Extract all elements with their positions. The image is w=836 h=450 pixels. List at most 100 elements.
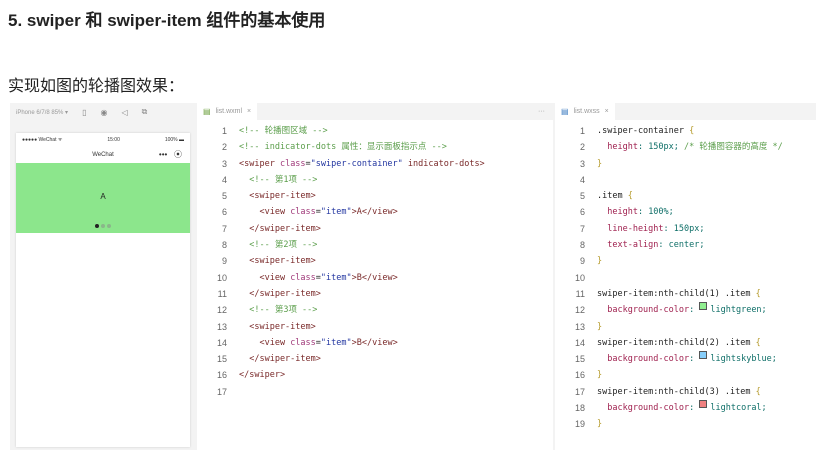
code-line: 12 background-color: lightgreen; [555,302,816,318]
window-icon[interactable]: ⧉ [142,107,148,117]
code-line: 11 swiper-item:nth-child(1) .item { [555,286,816,302]
code-line: 2 height: 150px; /* 轮播图容器的高度 */ [555,139,816,155]
line-number: 10 [574,272,585,283]
code-token: class [290,207,316,218]
subtitle: 实现如图的轮播图效果： [8,78,185,95]
line-number: 17 [216,386,227,397]
code-token: <!-- 第1项 --> [239,174,318,185]
code-token: "item" [320,207,352,218]
code-token: >B</view> [351,272,398,283]
code-token: class [290,272,316,283]
code-token: height [597,142,638,153]
code-line: 13} [555,319,816,335]
dot[interactable] [95,224,99,228]
line-number: 17 [574,386,585,397]
code-line: 13 <swiper-item> [197,319,553,335]
code-token: { [689,126,695,136]
more-icon[interactable]: ··· [538,108,545,115]
wxss-editor[interactable]: ▤ list.wxss × 1 .swiper-container {2 height… [555,103,816,450]
code-token: .swiper-container [597,126,690,136]
line-number: 5 [221,191,227,202]
line-number: 9 [221,256,227,267]
code-token: { [755,288,761,299]
file-icon: ▤ [203,107,211,116]
code-line: 1 .swiper-container { [555,123,816,139]
menu-icon[interactable]: ••• [159,150,167,159]
code-token: <!-- 第2项 --> [239,240,318,251]
code-token: text-align [597,240,659,251]
code-token: background-color [597,305,690,316]
line-number: 4 [579,174,585,185]
code-token: : 150px; [663,223,705,234]
close-tab-icon[interactable]: × [605,108,609,115]
code-line: 16 </swiper> [197,367,553,383]
phone-screen: ●●●●● WeChat ᯤ 15:00 100% ▬ WeChat ••• ⦿… [16,133,190,447]
record-icon[interactable]: ◉ [100,108,107,117]
tab-label: list.wxss [573,108,600,115]
phone-icon[interactable]: ▯ [82,108,86,117]
line-number: 2 [221,142,227,153]
code-line: 15 </swiper-item> [197,351,553,367]
close-tab-icon[interactable]: × [247,108,251,115]
code-token: <view [239,337,291,348]
code-line: 6 <view class = "item" >A</view> [197,204,553,220]
code-token: /* 轮播图容器的高度 */ [684,142,783,153]
code-line: 8 text-align: center; [555,237,816,253]
code-token: >A</view> [351,207,398,218]
line-number: 3 [221,158,227,169]
wxml-editor[interactable]: ▤ list.wxml × ··· 1 <!-- 轮播图区域 --> 2 <!-- indi… [197,103,553,450]
line-number: 10 [216,272,227,283]
code-token: background-color [597,403,690,414]
code-line: 14 <view class = "item" >B</view> [197,335,553,351]
close-icon[interactable]: ⦿ [174,150,182,159]
code-token: </swiper-item> [239,223,321,234]
tab-label: list.wxml [215,108,243,115]
code-token: background-color [597,354,690,365]
code-token: <!-- 轮播图区域 --> [239,126,328,136]
line-number: 3 [579,158,585,169]
code-token: "swiper-container" [310,158,403,169]
dot[interactable] [107,224,111,228]
dot[interactable] [101,224,105,228]
code-line: 7 line-height: 150px; [555,221,816,237]
code-area[interactable]: 1 .swiper-container {2 height: 150px; /* … [555,120,816,433]
code-token: <swiper-item> [239,191,316,202]
line-number: 13 [216,321,227,332]
code-token: class [290,337,316,348]
tab-list-wxml[interactable]: ▤ list.wxml × [197,103,258,120]
code-token: </swiper-item> [239,288,321,299]
code-area[interactable]: 1 <!-- 轮播图区域 --> 2 <!-- indicator-dots 属性：显… [197,120,553,400]
line-number: 11 [217,288,227,299]
code-token: { [627,191,633,202]
color-swatch [699,400,708,409]
color-swatch [699,302,708,311]
code-token: line-height [597,223,664,234]
code-line: 9} [555,253,816,269]
code-line: 2 <!-- indicator-dots 属性：显示面板指示点 --> [197,139,553,155]
simulator-toolbar: iPhone 6/7/8 85% ▾ ▯ ◉ ◁ ⧉ [10,103,197,121]
page-title: 5. swiper 和 swiper-item 组件的基本使用 [8,11,326,30]
code-token: <!-- 第3项 --> [239,305,318,316]
code-line: 12 <!-- 第3项 --> [197,302,553,318]
code-token: : 100%; [637,207,674,218]
code-line: 3} [555,156,816,172]
device-select[interactable]: iPhone 6/7/8 85% ▾ [16,109,68,116]
code-token: } [597,256,603,267]
code-token: } [597,370,603,381]
code-token: </swiper-item> [239,354,321,365]
code-line: 11 </swiper-item> [197,286,553,302]
tab-list-wxss[interactable]: ▤ list.wxss × [555,103,615,120]
line-number: 6 [579,207,585,218]
line-number: 8 [221,240,227,251]
code-line: 8 <!-- 第2项 --> [197,237,553,253]
code-token: <!-- indicator-dots 属性：显示面板指示点 --> [239,142,447,153]
swiper[interactable]: A [16,163,190,233]
volume-icon[interactable]: ◁ [121,108,127,117]
code-line: 4 [555,172,816,188]
file-icon: ▤ [561,107,569,116]
code-token: : [689,305,700,316]
line-number: 12 [216,305,227,316]
line-number: 1 [579,126,585,136]
code-line: 1 <!-- 轮播图区域 --> [197,123,553,139]
code-line: 14 swiper-item:nth-child(2) .item { [555,335,816,351]
